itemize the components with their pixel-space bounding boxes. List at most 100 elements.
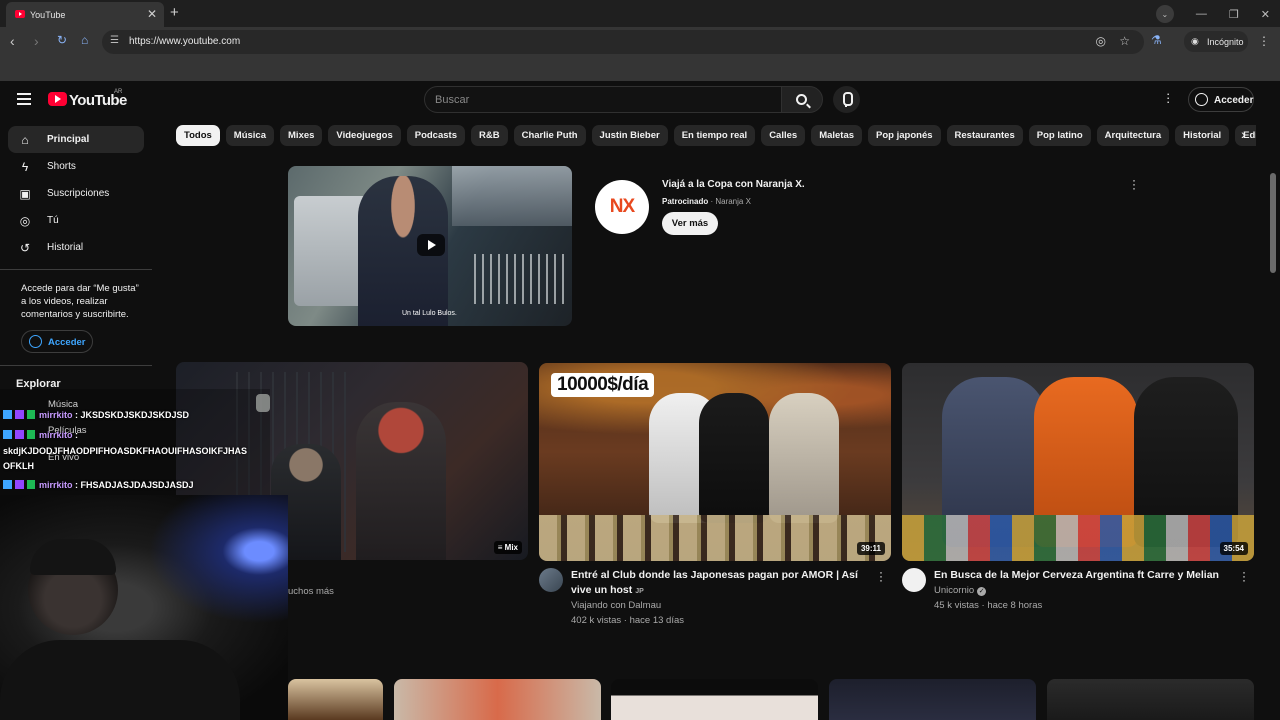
sidebar-item-principal[interactable]: ⌂ Principal (8, 126, 144, 153)
tab-search-icon[interactable]: ⌄ (1155, 5, 1174, 23)
ad-sponsor-line: Patrocinado · Naranja X (662, 197, 751, 206)
youtube-play-icon (48, 92, 67, 106)
video-title[interactable]: En Busca de la Mejor Cerveza Argentina f… (934, 568, 1230, 583)
browser-menu-icon[interactable]: ⋮ (1258, 34, 1270, 48)
chip[interactable]: Historial (1175, 125, 1230, 146)
incognito-label: Incógnito (1207, 37, 1244, 47)
url-text[interactable]: https://www.youtube.com (129, 36, 240, 47)
thumb-background (452, 166, 572, 226)
video-thumbnail[interactable] (611, 679, 818, 720)
sidebar-item-tu[interactable]: ◎ Tú (8, 207, 144, 234)
ad-title[interactable]: Viajá a la Copa con Naranja X. (662, 179, 805, 190)
chip[interactable]: Arquitectura (1096, 125, 1170, 146)
incognito-badge[interactable]: ◉ Incógnito (1184, 31, 1248, 52)
labs-flask-icon[interactable]: ⚗ (1151, 33, 1162, 47)
webcam-feed (0, 495, 288, 720)
chip[interactable]: Pop latino (1028, 125, 1091, 146)
channel-name[interactable]: Unicornio ✓ (934, 585, 987, 596)
video-title[interactable]: Entré al Club donde las Japonesas pagan … (571, 568, 867, 599)
back-icon[interactable]: ‹ (10, 33, 15, 49)
stream-overlay: Música Películas En vivo mirrkito : JKSD… (0, 389, 288, 720)
window-controls: ⌄ — ❐ ✕ (1155, 5, 1270, 23)
video-thumbnail[interactable] (394, 679, 601, 720)
chip[interactable]: Maletas (811, 125, 863, 146)
video-menu-icon[interactable]: · · · (879, 566, 883, 586)
chat-user: mirrkito (39, 480, 73, 490)
tracking-protection-icon[interactable]: ◎ (1096, 34, 1106, 48)
sidebar-item-historial[interactable]: ↺ Historial (8, 234, 144, 261)
shorts-icon: ϟ (21, 159, 29, 174)
play-icon[interactable] (417, 234, 445, 256)
video-thumbnail[interactable] (1047, 679, 1254, 720)
search-button[interactable] (781, 86, 823, 113)
home-browser-icon[interactable]: ⌂ (81, 33, 88, 47)
chip[interactable]: Música (225, 125, 275, 146)
channel-avatar[interactable] (902, 568, 926, 592)
restore-icon[interactable]: ❐ (1229, 8, 1239, 21)
menu-icon[interactable] (17, 93, 31, 105)
video-thumbnail[interactable] (829, 679, 1036, 720)
duration-badge: 39:11 (856, 542, 885, 555)
chip[interactable]: Restaurantes (946, 125, 1023, 146)
sidebar: ⌂ Principal ϟ Shorts ▣ Suscripciones ◎ T… (0, 126, 160, 390)
site-info-icon[interactable]: ☰ (110, 35, 122, 47)
chat-badges-icon (3, 430, 35, 439)
settings-menu-icon[interactable]: · · · (1166, 87, 1170, 108)
ad-cta-button[interactable]: Ver más (662, 212, 718, 235)
address-bar[interactable]: ☰ https://www.youtube.com ◎ ☆ (102, 30, 1144, 54)
sidebar-divider (0, 365, 152, 366)
video-stats: 45 k vistas · hace 8 horas (934, 600, 1043, 611)
video-thumbnail[interactable] (288, 679, 383, 720)
forward-icon[interactable]: › (34, 33, 39, 49)
thumb-beer-cans (902, 515, 1254, 561)
chip[interactable]: Justin Bieber (591, 125, 668, 146)
chip[interactable]: Videojuegos (328, 125, 401, 146)
browser-tab[interactable]: YouTube ✕ (6, 2, 164, 27)
chip[interactable]: Podcasts (406, 125, 465, 146)
sidebar-item-label: Principal (47, 134, 90, 145)
bookmark-icon[interactable]: ☆ (1119, 34, 1130, 48)
minimize-icon[interactable]: — (1196, 8, 1207, 20)
sidebar-item-shorts[interactable]: ϟ Shorts (8, 153, 144, 180)
search-input[interactable]: Buscar (424, 86, 782, 113)
title-suffix: JP (635, 588, 644, 595)
advertiser-logo[interactable]: NX (595, 180, 649, 234)
reload-icon[interactable]: ↻ (57, 33, 67, 47)
ad-menu-icon[interactable]: · · · (1132, 174, 1136, 194)
sidebar-item-label: Música (48, 399, 79, 410)
chip[interactable]: Calles (761, 125, 806, 146)
search-placeholder: Buscar (435, 94, 470, 106)
close-tab-icon[interactable]: ✕ (147, 7, 157, 21)
video-thumbnail[interactable]: 10000$/día 39:11 (539, 363, 891, 561)
video-title-text: Entré al Club donde las Japonesas pagan … (571, 569, 858, 596)
channel-name[interactable]: Viajando con Dalmau (571, 600, 661, 611)
chip[interactable]: Charlie Puth (513, 125, 586, 146)
channel-avatar[interactable] (539, 568, 563, 592)
page-scrollbar[interactable] (1270, 173, 1276, 273)
new-tab-button[interactable]: + (170, 4, 179, 21)
youtube-favicon-icon (15, 10, 25, 18)
video-menu-icon[interactable]: · · · (1242, 566, 1246, 586)
chip[interactable]: En tiempo real (673, 125, 756, 146)
sign-in-button[interactable]: Acceder (1188, 87, 1254, 112)
ad-thumbnail[interactable]: Un tal Lulo Bulos. (288, 166, 572, 326)
chip[interactable]: R&B (470, 125, 508, 146)
thumb-money (539, 515, 891, 561)
chip[interactable]: Mixes (280, 125, 323, 146)
chip[interactable]: Todos (176, 125, 220, 146)
sidebar-item-suscripciones[interactable]: ▣ Suscripciones (8, 180, 144, 207)
account-icon (29, 335, 42, 348)
voice-search-icon[interactable] (833, 86, 860, 113)
sidebar-sign-in-button[interactable]: Acceder (21, 330, 93, 353)
chip[interactable]: Pop japonés (868, 125, 941, 146)
incognito-icon: ◉ (1191, 36, 1199, 46)
thumb-person (769, 393, 839, 523)
browser-bookmark-area (0, 57, 1280, 81)
mix-label: Mix (504, 543, 518, 552)
home-icon: ⌂ (21, 132, 29, 147)
chat-user: mirrkito (39, 410, 73, 420)
close-window-icon[interactable]: ✕ (1261, 8, 1270, 21)
chips-next-icon[interactable]: › (1241, 126, 1261, 146)
chat-message: OFKLH (3, 461, 34, 471)
video-thumbnail[interactable]: 35:54 (902, 363, 1254, 561)
